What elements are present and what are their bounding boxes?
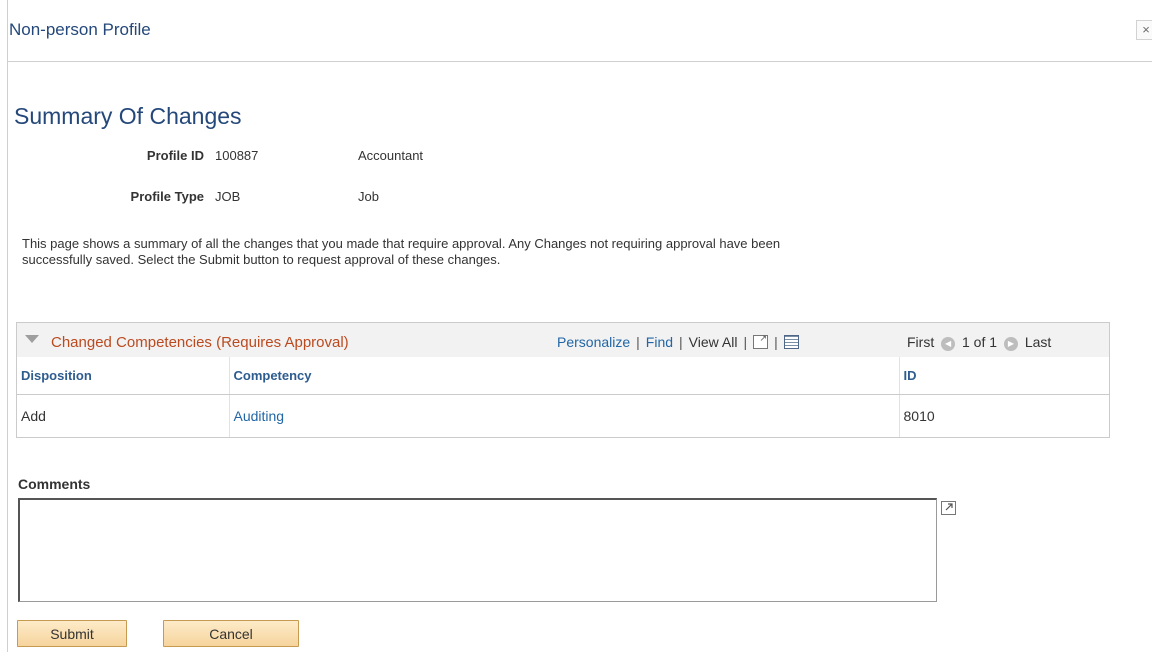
- collapse-triangle-icon[interactable]: [25, 335, 39, 343]
- expand-textarea-icon[interactable]: [941, 501, 956, 515]
- column-header-disposition[interactable]: Disposition: [17, 357, 230, 395]
- grid-title: Changed Competencies (Requires Approval): [51, 334, 349, 351]
- modal-header: Non-person Profile ×: [8, 0, 1152, 62]
- comments-textarea[interactable]: [18, 498, 937, 602]
- profile-type-value: JOB: [215, 189, 241, 204]
- profile-id-description: Accountant: [358, 148, 424, 163]
- previous-arrow-icon[interactable]: ◀: [941, 337, 956, 351]
- grid-pager: First ◀ 1 of 1 ▶ Last: [907, 334, 1051, 351]
- close-icon[interactable]: ×: [1136, 20, 1152, 40]
- nav-separator: |: [743, 334, 748, 350]
- submit-button[interactable]: Submit: [17, 620, 127, 647]
- last-label: Last: [1024, 334, 1052, 350]
- personalize-link[interactable]: Personalize: [557, 334, 630, 350]
- table-header-row: Disposition Competency ID: [17, 357, 1109, 395]
- intro-text: This page shows a summary of all the cha…: [22, 236, 781, 267]
- cell-competency-link[interactable]: Auditing: [229, 394, 900, 437]
- next-arrow-icon[interactable]: ▶: [1003, 337, 1018, 351]
- profile-id-label: Profile ID: [146, 148, 204, 163]
- page-range: 1 of 1: [962, 334, 998, 350]
- grid-nav: Personalize | Find | View All | ↗ |: [557, 333, 799, 350]
- left-border: [7, 0, 8, 652]
- find-link[interactable]: Find: [646, 334, 673, 350]
- cell-id: 8010: [903, 407, 935, 424]
- profile-id-value: 100887: [215, 148, 259, 163]
- table-row: Add Auditing 8010: [17, 394, 1109, 437]
- first-label: First: [907, 334, 935, 350]
- zoom-grid-icon[interactable]: ↗: [753, 333, 769, 349]
- view-all-link[interactable]: View All: [689, 334, 738, 350]
- profile-type-label: Profile Type: [130, 189, 204, 204]
- profile-type-description: Job: [358, 189, 379, 204]
- column-header-competency[interactable]: Competency: [229, 357, 900, 395]
- download-spreadsheet-icon[interactable]: [783, 335, 799, 349]
- nav-separator: |: [679, 334, 683, 350]
- cell-disposition: Add: [17, 394, 230, 437]
- page-title: Summary Of Changes: [14, 103, 242, 129]
- changed-competencies-grid: Changed Competencies (Requires Approval)…: [16, 322, 1110, 438]
- column-header-id[interactable]: ID: [899, 357, 1109, 395]
- nav-separator: |: [774, 334, 778, 350]
- comments-label: Comments: [18, 476, 91, 492]
- nav-separator: |: [636, 334, 640, 350]
- competencies-table: Disposition Competency ID Add Auditing 8…: [17, 357, 1109, 437]
- cancel-button[interactable]: Cancel: [163, 620, 299, 647]
- grid-header: Changed Competencies (Requires Approval)…: [17, 323, 1109, 357]
- modal-title: Non-person Profile: [9, 20, 151, 39]
